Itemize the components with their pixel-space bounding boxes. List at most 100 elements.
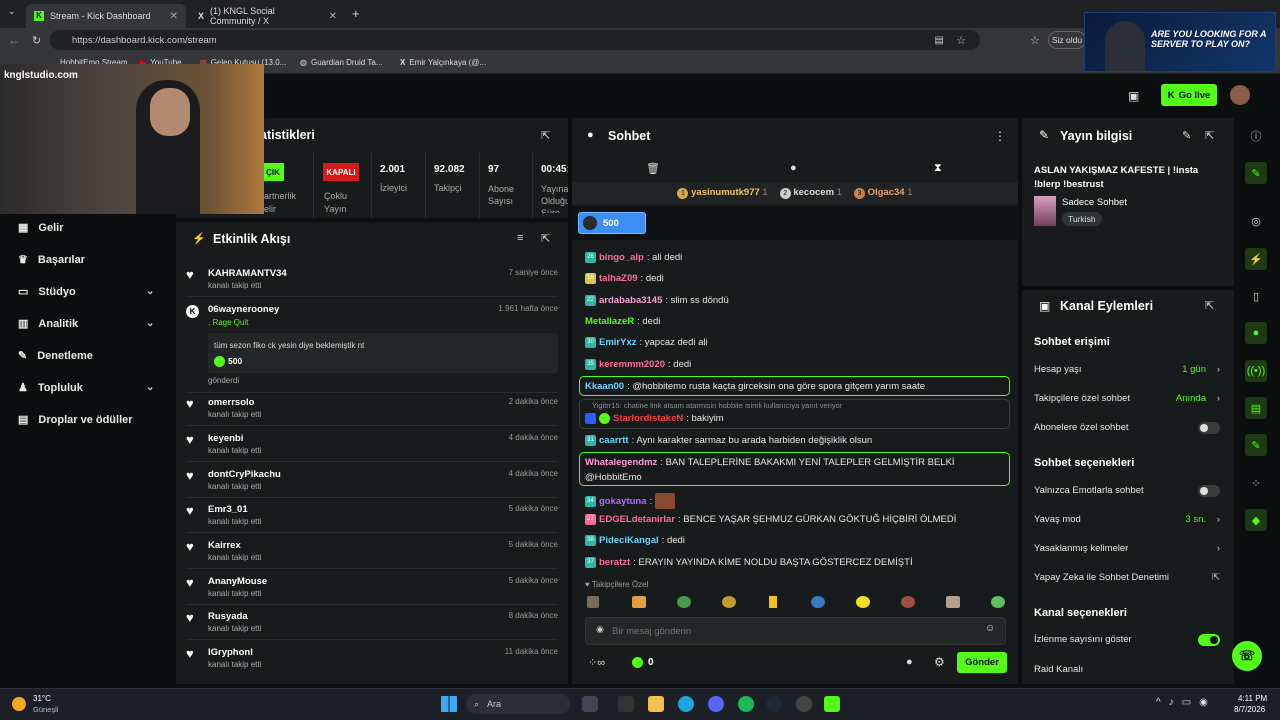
banned-words-setting[interactable]: Yasaklanmış kelimeler ›	[1034, 543, 1222, 554]
heart-icon: ♥	[186, 396, 194, 411]
info-icon[interactable]: ⓘ	[1245, 125, 1267, 147]
reload-icon[interactable]: ↻	[32, 34, 41, 47]
kebab-menu-icon[interactable]: ⋮	[994, 129, 1006, 143]
account-age-setting[interactable]: Hesap yaşı 1 gün ›	[1034, 364, 1222, 375]
reader-icon[interactable]: ▤	[935, 35, 944, 46]
ad-banner[interactable]: ARE YOU LOOKING FOR A SERVER TO PLAY ON?	[1084, 12, 1276, 72]
new-tab-icon[interactable]: +	[352, 6, 360, 21]
sidebar-item-basarilar[interactable]: ♛ Başarılar	[18, 253, 85, 267]
community-icon[interactable]: ⁘∞	[588, 656, 605, 669]
kick-icon[interactable]	[824, 696, 840, 712]
slow-mode-setting[interactable]: Yavaş mod 3 sn. ›	[1034, 514, 1222, 525]
edge-icon[interactable]	[678, 696, 694, 712]
tab-menu-icon[interactable]: ⌄	[8, 6, 16, 17]
support-icon[interactable]: ☏	[1232, 641, 1262, 671]
gifter-item[interactable]: 2 kecocem 1	[779, 187, 842, 199]
chat-icon[interactable]: ●	[790, 162, 797, 174]
uptime-label: Yayına Olduğu Süre	[541, 184, 568, 213]
tab-kick-dashboard[interactable]: K Stream - Kick Dashboard ✕	[26, 4, 186, 28]
language-tag[interactable]: Turkish	[1062, 212, 1102, 226]
broadcast-icon[interactable]: ((•))	[1245, 360, 1267, 382]
profile-pill[interactable]: Siz oldu	[1048, 31, 1086, 49]
discord-icon[interactable]	[708, 696, 724, 712]
close-icon[interactable]: ✕	[329, 11, 337, 22]
raid-setting[interactable]: Raid Kanalı	[1034, 664, 1222, 675]
ai-moderation-setting[interactable]: Yapay Zeka ile Sohbet Denetimi ⇱	[1034, 572, 1222, 583]
sidebar-item-denetleme[interactable]: ✎ Denetleme	[18, 349, 93, 363]
show-viewers-setting[interactable]: İzlenme sayısını göster	[1034, 634, 1222, 646]
show-viewers-toggle[interactable]	[1198, 634, 1220, 646]
community-icon[interactable]: ⁘	[1245, 472, 1267, 494]
chat-input[interactable]	[612, 621, 972, 641]
emote-icon[interactable]	[991, 596, 1005, 608]
sidebar-item-gelir[interactable]: ▦ Gelir	[18, 221, 63, 235]
star-icon[interactable]: ☆	[1030, 34, 1040, 47]
reply-icon[interactable]: ◉	[596, 624, 604, 635]
emote-only-setting[interactable]: Yalnızca Emotlarla sohbet	[1034, 485, 1222, 497]
subs-chat-setting[interactable]: Abonelere özel sohbet	[1034, 422, 1222, 434]
emoji-icon[interactable]: ☺	[985, 623, 995, 634]
chat-bubble-icon[interactable]: ●	[906, 656, 913, 668]
send-button[interactable]: Gönder	[957, 652, 1007, 673]
wrench-icon[interactable]: ✎	[1245, 434, 1267, 456]
close-icon[interactable]: ✕	[170, 11, 178, 22]
chat-message: 37 beratzt: ERAYIN YAYINDA KİME NOLDU BAŞ…	[585, 557, 913, 568]
emote-only-toggle[interactable]	[1198, 485, 1220, 497]
windows-start-icon[interactable]	[441, 696, 457, 712]
go-live-button[interactable]: K Go live	[1161, 84, 1217, 106]
watermark-text: knglstudio.com	[4, 70, 78, 81]
gifter-item[interactable]: 1 yasinumutk977 1	[677, 187, 768, 199]
emote-icon[interactable]	[856, 596, 870, 608]
popout-icon[interactable]: ⇱	[541, 232, 550, 245]
bookmark-item[interactable]: ◍ Guardian Druid Ta...	[300, 58, 382, 67]
popout-icon[interactable]: ⇱	[1205, 299, 1214, 312]
document-icon[interactable]: ▯	[1245, 285, 1267, 307]
category-name[interactable]: Sadece Sohbet	[1062, 197, 1127, 208]
emote-icon[interactable]	[587, 596, 599, 608]
trash-icon[interactable]: 🗑	[646, 162, 660, 175]
bookmark-star-icon[interactable]: ☆	[956, 34, 966, 47]
emote-icon[interactable]	[901, 596, 915, 608]
avatar[interactable]	[1230, 85, 1250, 105]
spotify-icon[interactable]	[738, 696, 754, 712]
edit-icon[interactable]: ✎	[1245, 162, 1267, 184]
taskbar-app-icon[interactable]	[582, 696, 598, 712]
tab-x-community[interactable]: X (1) KNGL Social Community / X ✕	[190, 4, 345, 28]
bookmark-item[interactable]: X Emir Yalçınkaya (@...	[400, 58, 486, 67]
gear-icon[interactable]: ⚙	[934, 655, 945, 669]
emote-icon[interactable]	[811, 596, 825, 608]
bolt-icon[interactable]: ⚡	[1245, 248, 1267, 270]
sidebar-item-topluluk[interactable]: ♟ Topluluk ⌄	[18, 381, 154, 395]
stack-icon[interactable]: ▤	[1245, 397, 1267, 419]
camera-icon[interactable]: ◎	[1245, 210, 1267, 232]
emote-icon[interactable]	[677, 596, 691, 608]
sidebar-item-droplar[interactable]: ▤ Droplar ve ödüller	[18, 413, 133, 427]
chat-icon[interactable]: ●	[1245, 322, 1267, 344]
subs-label: Abone Sayısı	[488, 184, 515, 206]
gifter-item[interactable]: 3 Olgac34 1	[853, 187, 913, 199]
taskbar-search[interactable]: ⌕ Ara	[466, 694, 570, 714]
url-bar[interactable]: https://dashboard.kick.com/stream ▤ ☆	[50, 30, 980, 50]
subs-chat-toggle[interactable]	[1198, 422, 1220, 434]
obs-icon[interactable]	[796, 696, 812, 712]
followers-chat-setting[interactable]: Takipçilere özel sohbet Anında ›	[1034, 393, 1222, 404]
steam-icon[interactable]	[766, 696, 782, 712]
hourglass-icon[interactable]: ⧗	[934, 162, 942, 175]
tray-icons[interactable]: ^♪▭◉	[1156, 697, 1216, 708]
back-icon[interactable]: ←	[8, 33, 20, 47]
emote-icon[interactable]	[722, 596, 736, 608]
sidebar-item-analitik[interactable]: ▥ Analitik ⌄	[18, 317, 154, 331]
sidebar-item-studyo[interactable]: ▭ Stüdyo ⌄	[18, 285, 154, 299]
popout-icon[interactable]: ⇱	[1205, 129, 1214, 142]
pinned-kick-badge[interactable]: 500	[578, 212, 646, 234]
filter-icon[interactable]: ≡	[517, 232, 523, 244]
emote-icon[interactable]	[946, 596, 960, 608]
emote-icon[interactable]	[769, 596, 777, 608]
emote-icon[interactable]	[632, 596, 646, 608]
taskbar-app-icon[interactable]	[618, 696, 634, 712]
edit-icon[interactable]: ✎	[1182, 129, 1191, 142]
gift-icon[interactable]: ◆	[1245, 509, 1267, 531]
folder-icon[interactable]	[648, 696, 664, 712]
theater-icon[interactable]: ▣	[1128, 89, 1139, 103]
popout-icon[interactable]: ⇱	[541, 129, 550, 142]
